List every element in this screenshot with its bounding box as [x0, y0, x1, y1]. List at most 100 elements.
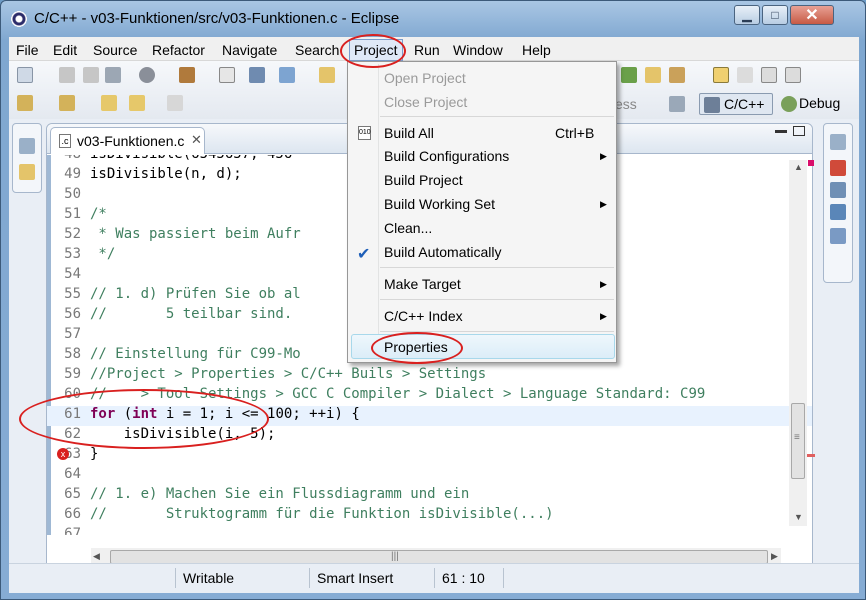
eclipse-icon — [11, 11, 27, 27]
menu-item-build-project[interactable]: Build Project — [384, 172, 463, 188]
build-all-icon: 010 — [358, 126, 371, 140]
menu-item-open-project[interactable]: Open Project — [384, 70, 466, 86]
perspective-debug[interactable]: Debug — [779, 93, 853, 115]
line-number: 64 — [64, 466, 81, 482]
error-marker-icon[interactable]: x — [57, 448, 69, 460]
code-line[interactable]: 67 — [47, 526, 812, 535]
horizontal-scroll-thumb[interactable]: ||| — [110, 550, 768, 564]
menu-window[interactable]: Window — [453, 42, 503, 58]
scroll-left-icon[interactable]: ◀ — [93, 551, 100, 562]
tab-close-icon[interactable]: ✕ — [191, 132, 202, 148]
new-class-icon[interactable] — [279, 67, 295, 83]
scroll-up-icon[interactable]: ▲ — [794, 162, 803, 172]
console-icon[interactable] — [830, 204, 846, 220]
scroll-down-icon[interactable]: ▼ — [794, 512, 803, 522]
menu-file[interactable]: File — [16, 42, 39, 58]
hammer-icon[interactable] — [179, 67, 195, 83]
project-explorer-icon[interactable] — [19, 164, 35, 180]
code-text: */ — [90, 246, 116, 262]
menu-refactor[interactable]: Refactor — [152, 42, 205, 58]
menu-item-build-all[interactable]: Build All — [384, 125, 434, 141]
submenu-arrow-icon: ▶ — [600, 151, 607, 161]
menu-run[interactable]: Run — [414, 42, 440, 58]
menu-separator — [380, 267, 614, 268]
highlight-icon[interactable] — [713, 67, 729, 83]
perspective-cpp[interactable]: C/C++ — [699, 93, 773, 115]
menu-item-cpp-index[interactable]: C/C++ Index — [384, 308, 463, 324]
eclipse-window: C/C++ - v03-Funktionen/src/v03-Funktione… — [0, 0, 866, 600]
restore-right-icon[interactable] — [830, 134, 846, 150]
toggle-mark-icon[interactable] — [737, 67, 753, 83]
save-icon[interactable] — [59, 67, 75, 83]
problems-icon[interactable] — [830, 160, 846, 176]
show-whitespace-icon[interactable] — [785, 67, 801, 83]
annotation-prev-icon[interactable] — [59, 95, 75, 111]
menu-search[interactable]: Search — [295, 42, 339, 58]
scroll-right-icon[interactable]: ▶ — [771, 551, 778, 562]
code-line[interactable]: 63} — [47, 446, 812, 466]
checkmark-icon: ✔ — [357, 246, 371, 263]
line-number: 66 — [64, 506, 81, 522]
save-all-icon[interactable] — [83, 67, 99, 83]
title-bar[interactable]: C/C++ - v03-Funktionen/src/v03-Funktione… — [1, 1, 866, 37]
properties-view-icon[interactable] — [830, 228, 846, 244]
folder-open-icon[interactable] — [621, 67, 637, 83]
menu-item-build-configurations[interactable]: Build Configurations — [384, 148, 509, 164]
tab-v03-funktionen[interactable]: .c v03-Funktionen.c ✕ — [50, 127, 205, 154]
new-icon[interactable] — [17, 67, 33, 83]
open-folder-icon[interactable] — [645, 67, 661, 83]
status-separator — [175, 568, 176, 588]
status-separator — [503, 568, 504, 588]
print-icon[interactable] — [105, 67, 121, 83]
debug-icon[interactable] — [249, 67, 265, 83]
menu-navigate[interactable]: Navigate — [222, 42, 277, 58]
maximize-button[interactable]: □ — [762, 5, 788, 25]
line-number: 54 — [64, 266, 81, 282]
menu-item-make-target[interactable]: Make Target — [384, 276, 461, 292]
cpp-perspective-icon — [704, 97, 720, 113]
new-folder-icon[interactable] — [319, 67, 335, 83]
code-text: } — [90, 446, 99, 462]
line-number: 65 — [64, 486, 81, 502]
pencil-icon[interactable] — [669, 67, 685, 83]
breakpoint-overview-marker[interactable] — [808, 160, 814, 166]
block-select-icon[interactable] — [761, 67, 777, 83]
code-line[interactable]: 65 // 1. e) Machen Sie ein Flussdiagramm … — [47, 486, 812, 506]
minimize-editor-icon[interactable] — [775, 130, 787, 133]
vertical-scroll-thumb[interactable]: ≡ — [791, 403, 805, 479]
quick-access-field[interactable]: ess — [615, 96, 637, 112]
code-line[interactable]: 66 // Struktogramm für die Funktion isDiv… — [47, 506, 812, 526]
maximize-editor-icon[interactable] — [793, 126, 805, 136]
menu-edit[interactable]: Edit — [53, 42, 77, 58]
forward-arrow-icon[interactable] — [167, 95, 183, 111]
line-number: 57 — [64, 326, 81, 342]
bug-icon — [781, 96, 797, 112]
code-line[interactable]: 64 — [47, 466, 812, 486]
minimize-button[interactable]: ▁ — [734, 5, 760, 25]
status-writable: Writable — [183, 570, 235, 586]
code-text: //Project > Properties > C/C++ Buils > S… — [90, 366, 487, 382]
menu-item-close-project[interactable]: Close Project — [384, 94, 467, 110]
menu-item-build-working-set[interactable]: Build Working Set — [384, 196, 495, 212]
back-arrow-icon[interactable] — [129, 95, 145, 111]
error-overview-marker[interactable] — [807, 454, 815, 457]
menu-separator — [380, 116, 614, 117]
back-icon[interactable] — [101, 95, 117, 111]
code-line[interactable]: 59 //Project > Properties > C/C++ Buils >… — [47, 366, 812, 386]
menu-item-build-automatically[interactable]: Build Automatically — [384, 244, 502, 260]
restore-icon[interactable] — [19, 138, 35, 154]
close-button[interactable]: ✕ — [790, 5, 834, 25]
menu-item-clean[interactable]: Clean... — [384, 220, 432, 236]
line-number: 49 — [64, 166, 81, 182]
binary-icon[interactable] — [219, 67, 235, 83]
annotation-next-icon[interactable] — [17, 95, 33, 111]
menu-source[interactable]: Source — [93, 42, 137, 58]
menu-help[interactable]: Help — [522, 42, 551, 58]
line-number: 55 — [64, 286, 81, 302]
open-perspective-icon[interactable] — [669, 96, 685, 112]
tasks-icon[interactable] — [830, 182, 846, 198]
vertical-scrollbar[interactable]: ▲ ≡ ▼ — [789, 160, 807, 526]
build-settings-icon[interactable] — [139, 67, 155, 83]
annotation-ring-project-menu — [340, 34, 406, 68]
code-text: // 1. e) Machen Sie ein Flussdiagramm un… — [90, 486, 470, 502]
